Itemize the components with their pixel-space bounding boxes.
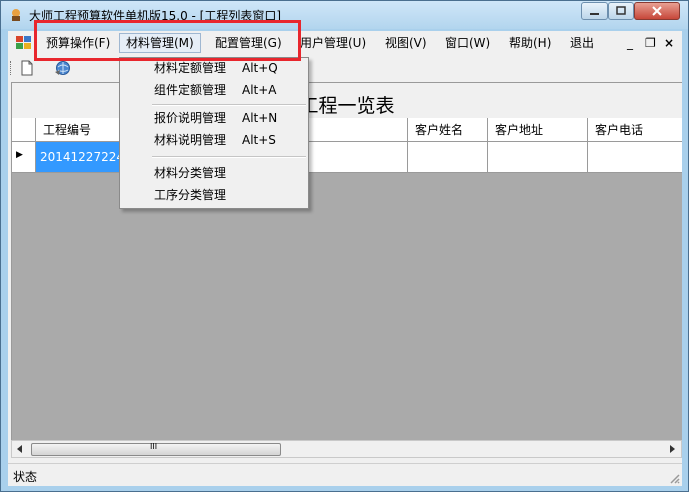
scroll-grip: III bbox=[150, 442, 158, 451]
mdi-close-button[interactable]: × bbox=[664, 35, 674, 51]
row-indicator-icon: ▶ bbox=[16, 150, 23, 160]
row-header-corner bbox=[12, 118, 36, 142]
menu-window[interactable]: 窗口(W) bbox=[439, 33, 496, 53]
table-cell-project-number[interactable]: 20141227224 bbox=[36, 142, 125, 173]
maximize-button[interactable] bbox=[608, 2, 634, 20]
status-text: 状态 bbox=[13, 470, 38, 484]
toolbar-grip[interactable] bbox=[10, 61, 14, 75]
column-header-customer-address[interactable]: 客户地址 bbox=[488, 118, 588, 142]
refresh-globe-icon[interactable] bbox=[54, 59, 72, 77]
column-header-customer-phone[interactable]: 客户电话 bbox=[588, 118, 682, 142]
table-cell-customer-address[interactable] bbox=[488, 142, 588, 173]
mdi-child-icon[interactable] bbox=[16, 36, 32, 50]
menu-help[interactable]: 帮助(H) bbox=[503, 33, 557, 53]
row-indicator-cell[interactable]: ▶ bbox=[12, 142, 36, 173]
menu-user-management[interactable]: 用户管理(U) bbox=[294, 33, 372, 53]
scroll-left-icon[interactable] bbox=[15, 444, 25, 454]
grid-caption-area: 工程一览表 bbox=[11, 82, 682, 118]
mdi-minimize-button[interactable]: _ bbox=[627, 35, 633, 51]
material-management-dropdown: 材料定额管理 Alt+Q 组件定额管理 Alt+A 报价说明管理 Alt+N 材料说明… bbox=[119, 57, 309, 209]
table-cell-customer-phone[interactable] bbox=[588, 142, 682, 173]
column-header-project-number[interactable]: 工程编号 bbox=[36, 118, 125, 142]
project-grid[interactable]: 工程编号 客户姓名 客户地址 客户电话 ▶ 20141227224 bbox=[11, 118, 682, 440]
menu-view[interactable]: 视图(V) bbox=[379, 33, 433, 53]
scroll-right-icon[interactable] bbox=[667, 444, 677, 454]
app-window: 大师工程预算软件单机版15.0 - [工程列表窗口] 预算操作(F) 材料管理(… bbox=[0, 0, 689, 492]
client-area: 预算操作(F) 材料管理(M) 配置管理(G) 用户管理(U) 视图(V) 窗口… bbox=[8, 31, 682, 486]
table-cell-customer-name[interactable] bbox=[408, 142, 488, 173]
minimize-button[interactable] bbox=[581, 2, 608, 20]
close-button[interactable] bbox=[634, 2, 680, 20]
horizontal-scrollbar[interactable]: III bbox=[11, 440, 682, 458]
column-header-customer-name[interactable]: 客户姓名 bbox=[408, 118, 488, 142]
highlight-box bbox=[34, 20, 301, 61]
scroll-thumb[interactable]: III bbox=[31, 442, 281, 456]
size-grip-icon[interactable] bbox=[668, 472, 680, 484]
menu-separator bbox=[152, 156, 306, 158]
app-icon[interactable] bbox=[9, 8, 23, 22]
minimize-icon bbox=[590, 13, 599, 15]
grid-caption: 工程一览表 bbox=[299, 95, 395, 117]
close-icon bbox=[652, 6, 662, 16]
mdi-restore-button[interactable]: ❐ bbox=[645, 35, 656, 51]
new-document-icon[interactable] bbox=[18, 59, 36, 77]
menu-exit[interactable]: 退出 bbox=[564, 33, 600, 53]
status-bar: 状态 bbox=[8, 463, 682, 486]
menu-separator bbox=[152, 104, 306, 106]
maximize-icon bbox=[616, 6, 626, 15]
